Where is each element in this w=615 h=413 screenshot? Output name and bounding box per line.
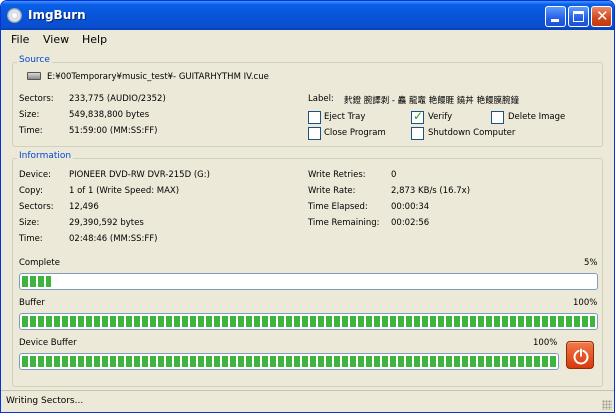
close-icon: ✕ <box>596 7 609 25</box>
eject-tray-label[interactable]: Eject Tray <box>324 112 365 122</box>
buffer-progress-bar <box>19 313 598 330</box>
device-buffer-percent: 100% <box>533 338 558 348</box>
source-sectors-label: Sectors: <box>19 94 54 104</box>
device-buffer-progress-bar <box>19 353 559 370</box>
information-group-title: Information <box>17 151 74 161</box>
source-label-label: Label: <box>308 94 334 104</box>
source-group-title: Source <box>17 55 52 65</box>
resize-grip-icon[interactable] <box>602 400 612 410</box>
eject-tray-checkbox[interactable] <box>308 111 321 124</box>
menu-file[interactable]: File <box>11 33 29 46</box>
delete-image-checkbox[interactable] <box>491 111 504 124</box>
source-size-value: 549,838,800 bytes <box>69 110 150 120</box>
time-remaining-value: 00:02:56 <box>391 218 430 228</box>
buffer-progress-fill <box>22 316 595 327</box>
source-time-label: Time: <box>19 126 43 136</box>
buffer-label: Buffer <box>19 298 45 308</box>
buffer-percent: 100% <box>573 298 598 308</box>
drive-icon <box>27 72 41 80</box>
complete-progress-bar <box>19 273 598 290</box>
verify-label[interactable]: Verify <box>428 112 452 122</box>
checkmark-icon: ✓ <box>413 109 424 123</box>
close-button[interactable]: ✕ <box>591 6 612 27</box>
delete-image-label[interactable]: Delete Image <box>508 112 565 122</box>
info-size-value: 29,390,592 bytes <box>69 218 144 228</box>
write-rate-value: 2,873 KB/s (16.7x) <box>391 186 471 196</box>
info-sectors-value: 12,496 <box>69 202 99 212</box>
shutdown-computer-checkbox[interactable] <box>411 127 424 140</box>
info-size-label: Size: <box>19 218 40 228</box>
write-rate-label: Write Rate: <box>308 186 356 196</box>
cancel-power-button[interactable] <box>566 341 594 369</box>
disc-icon[interactable] <box>7 8 22 23</box>
minimize-icon <box>551 19 559 22</box>
title-bar[interactable]: ImgBurn ✕ <box>1 1 614 30</box>
write-retries-label: Write Retries: <box>308 170 366 180</box>
device-buffer-label: Device Buffer <box>19 338 77 348</box>
source-size-label: Size: <box>19 110 40 120</box>
complete-progress-fill <box>22 276 51 287</box>
shutdown-computer-label[interactable]: Shutdown Computer <box>428 128 515 138</box>
device-label: Device: <box>19 170 51 180</box>
info-time-value: 02:48:46 (MM:SS:FF) <box>69 234 158 244</box>
source-time-value: 51:59:00 (MM:SS:FF) <box>69 126 158 136</box>
verify-checkbox[interactable]: ✓ <box>411 109 424 124</box>
time-elapsed-value: 00:00:34 <box>391 202 430 212</box>
time-remaining-label: Time Remaining: <box>308 218 380 228</box>
power-icon <box>573 348 589 365</box>
write-retries-value: 0 <box>391 170 397 180</box>
time-elapsed-label: Time Elapsed: <box>308 202 368 212</box>
source-label-value: 䴬鐙 腕譯剥 - 麤 龍竈 艳饅睚 鐃丼 艳饅膜腕鐘 <box>344 96 519 106</box>
close-program-label[interactable]: Close Program <box>324 128 386 138</box>
complete-label: Complete <box>19 258 60 268</box>
copy-value: 1 of 1 (Write Speed: MAX) <box>69 186 180 196</box>
close-program-checkbox[interactable] <box>308 127 321 140</box>
minimize-button[interactable] <box>545 6 566 27</box>
info-sectors-label: Sectors: <box>19 202 54 212</box>
source-sectors-value: 233,775 (AUDIO/2352) <box>69 94 166 104</box>
device-value: PIONEER DVD-RW DVR-215D (G:) <box>69 170 210 180</box>
maximize-button[interactable] <box>568 6 589 27</box>
menu-bar: File View Help <box>1 30 614 49</box>
info-time-label: Time: <box>19 234 43 244</box>
status-bar: Writing Sectors... <box>1 390 614 412</box>
copy-label: Copy: <box>19 186 43 196</box>
menu-help[interactable]: Help <box>82 33 107 46</box>
complete-percent: 5% <box>584 258 598 268</box>
menu-view[interactable]: View <box>43 33 69 46</box>
status-text: Writing Sectors... <box>6 396 84 406</box>
imgburn-window: ImgBurn ✕ File View Help Source E:¥00Tem… <box>0 0 615 413</box>
source-path: E:¥00Temporary¥music_test¥- GUITARHYTHM … <box>47 72 269 82</box>
maximize-icon <box>573 11 584 22</box>
window-title: ImgBurn <box>28 8 86 22</box>
device-buffer-progress-fill <box>22 356 556 367</box>
